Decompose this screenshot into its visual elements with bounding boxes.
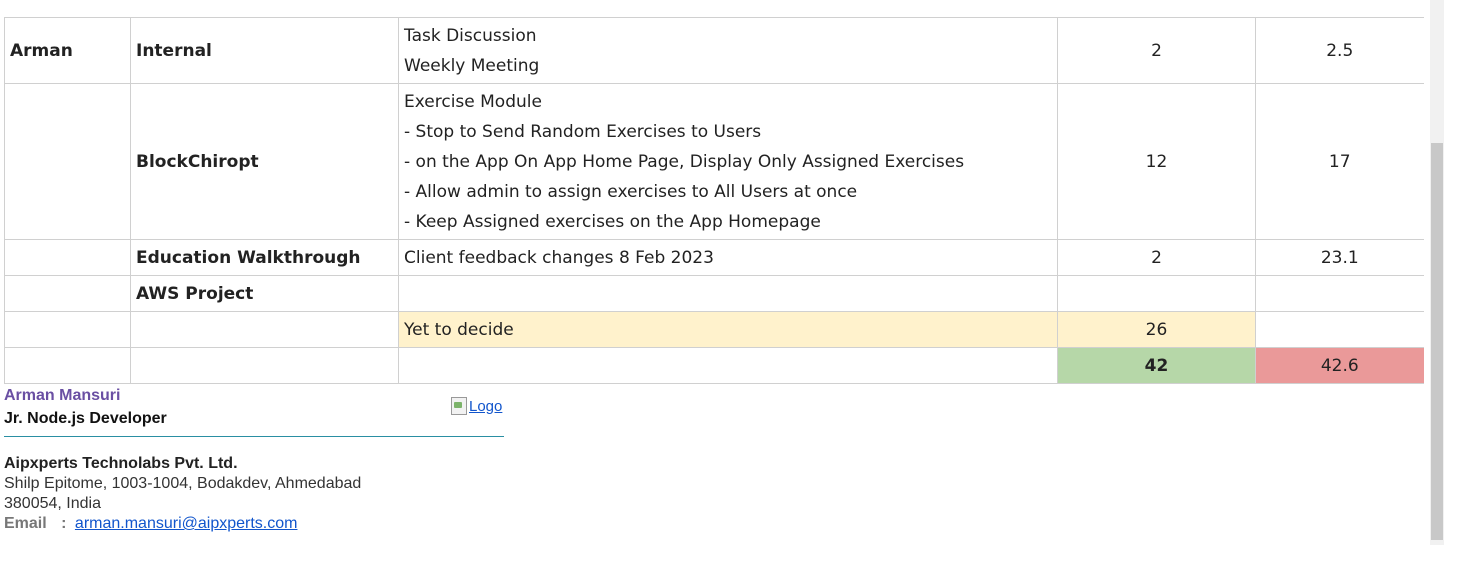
email-viewport: Arman Internal Task Discussion Weekly Me… [0, 0, 1462, 561]
email-label: Email [4, 515, 47, 532]
employee-name-cell [4, 275, 131, 312]
table-row: BlockChiropt Exercise Module - Stop to S… [4, 83, 1424, 240]
table-row: Arman Internal Task Discussion Weekly Me… [4, 17, 1424, 84]
signature-name: Arman Mansuri [4, 387, 121, 404]
tasks-cell [398, 347, 1058, 384]
actual-hours-cell [1255, 275, 1424, 312]
project-cell: Internal [130, 17, 399, 84]
email-separator: : [61, 515, 67, 532]
actual-hours-cell: 23.1 [1255, 239, 1424, 276]
task-line: Weekly Meeting [404, 55, 540, 76]
pending-task-cell: Yet to decide [398, 311, 1058, 348]
total-estimated-cell: 42 [1057, 347, 1256, 384]
project-cell: BlockChiropt [130, 83, 399, 240]
project-cell: Education Walkthrough [130, 239, 399, 276]
signature-divider [4, 436, 504, 437]
estimated-hours-cell: 2 [1057, 239, 1256, 276]
actual-hours-cell: 2.5 [1255, 17, 1424, 84]
task-line: Exercise Module [404, 91, 542, 112]
scrollbar-thumb[interactable] [1431, 143, 1443, 540]
actual-hours-cell [1255, 311, 1424, 348]
broken-image-icon [451, 397, 467, 415]
company-logo-link[interactable]: Logo [451, 397, 502, 415]
signature-job-title: Jr. Node.js Developer [4, 410, 167, 427]
estimated-hours-cell: 2 [1057, 17, 1256, 84]
signature-email-row: Email : arman.mansuri@aipxperts.com [4, 515, 297, 533]
project-cell: AWS Project [130, 275, 399, 312]
employee-name-cell [4, 311, 131, 348]
tasks-cell: Task Discussion Weekly Meeting [398, 17, 1058, 84]
table-row: AWS Project [4, 275, 1424, 312]
task-line: Task Discussion [404, 25, 537, 46]
employee-name-cell [4, 239, 131, 276]
table-row: Yet to decide 26 [4, 311, 1424, 348]
estimated-hours-cell [1057, 275, 1256, 312]
logo-alt-text: Logo [469, 397, 503, 415]
task-line: - Stop to Send Random Exercises to Users [404, 121, 762, 142]
signature-address-line2: 380054, India [4, 495, 101, 512]
task-line: - Allow admin to assign exercises to All… [404, 181, 858, 202]
project-cell [130, 347, 399, 384]
tasks-cell: Exercise Module - Stop to Send Random Ex… [398, 83, 1058, 240]
tasks-cell [398, 275, 1058, 312]
signature-address-line1: Shilp Epitome, 1003-1004, Bodakdev, Ahme… [4, 475, 362, 492]
tasks-cell: Client feedback changes 8 Feb 2023 [398, 239, 1058, 276]
total-actual-cell: 42.6 [1255, 347, 1424, 384]
pending-hours-cell: 26 [1057, 311, 1256, 348]
vertical-scrollbar[interactable] [1430, 0, 1444, 545]
task-line: - on the App On App Home Page, Display O… [404, 151, 965, 172]
task-line: - Keep Assigned exercises on the App Hom… [404, 211, 821, 232]
email-link[interactable]: arman.mansuri@aipxperts.com [75, 515, 298, 532]
project-cell [130, 311, 399, 348]
signature-company: Aipxperts Technolabs Pvt. Ltd. [4, 455, 238, 472]
employee-name-cell [4, 83, 131, 240]
timesheet-table: Arman Internal Task Discussion Weekly Me… [4, 17, 1424, 384]
actual-hours-cell: 17 [1255, 83, 1424, 240]
employee-name-cell: Arman [4, 17, 131, 84]
totals-row: 42 42.6 [4, 347, 1424, 384]
table-row: Education Walkthrough Client feedback ch… [4, 239, 1424, 276]
employee-name-cell [4, 347, 131, 384]
estimated-hours-cell: 12 [1057, 83, 1256, 240]
task-line: Client feedback changes 8 Feb 2023 [404, 247, 714, 268]
